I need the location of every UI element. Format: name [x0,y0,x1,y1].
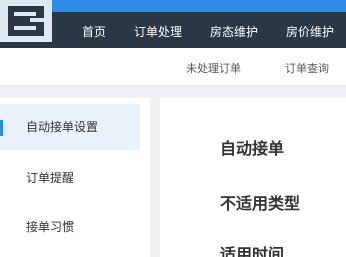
sidebar-item-auto-accept-settings[interactable]: 自动接单设置 [0,104,140,150]
subnav-order-query[interactable]: 订单查询 [285,60,329,76]
nav-item-room-status[interactable]: 房态维护 [210,24,258,40]
sidebar-item-order-reminder[interactable]: 订单提醒 [0,155,140,201]
main-content: 自动接单 不适用类型 适用时间 [160,98,346,257]
sidebar-item-label: 订单提醒 [26,171,75,185]
nav-item-order-processing[interactable]: 订单处理 [134,24,182,40]
nav-item-room-price[interactable]: 房价维护 [286,24,334,40]
nav-item-home[interactable]: 首页 [82,24,106,40]
sidebar-item-accept-habits[interactable]: 接单习惯 [0,204,140,250]
section-title-not-applicable-types: 不适用类型 [220,194,301,213]
subnav-unprocessed-orders[interactable]: 未处理订单 [186,60,241,76]
sub-nav: 未处理订单 订单查询 [0,48,346,86]
sidebar-item-label: 接单习惯 [26,220,75,234]
cube-logo-icon[interactable] [0,0,60,48]
top-header: 首页 订单处理 房态维护 房价维护 [0,0,346,48]
sidebar: 自动接单设置 订单提醒 接单习惯 [0,98,150,257]
active-marker [0,120,3,136]
section-title-auto-accept: 自动接单 [220,139,285,158]
section-title-applicable-time: 适用时间 [220,245,285,257]
sidebar-item-label: 自动接单设置 [26,120,99,134]
